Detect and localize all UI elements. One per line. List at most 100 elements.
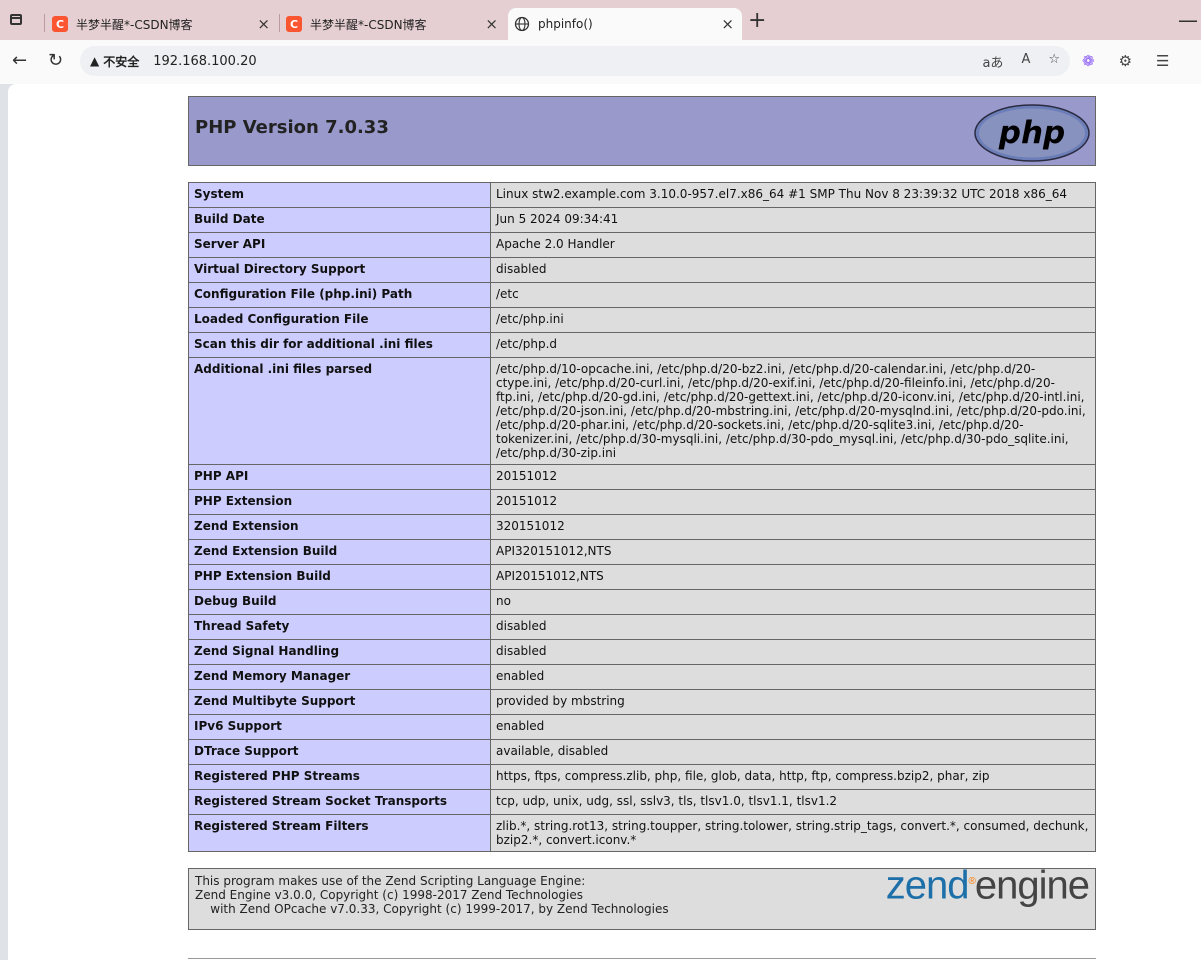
tab-separator (44, 14, 45, 32)
table-row: Configuration File (php.ini) Path/etc (188, 282, 1096, 308)
address-actions: aあ A ☆ (982, 52, 1060, 71)
phpinfo-container: PHP Version 7.0.33 php System Linux stw2.… (188, 96, 1096, 930)
row-value: API320151012,NTS (490, 539, 1096, 565)
minimize-button[interactable]: — (1178, 8, 1198, 32)
tab-label: phpinfo() (538, 17, 593, 31)
table-row: DTrace Support available, disabled (188, 739, 1096, 765)
row-key: PHP API (188, 464, 491, 490)
tab-label: 半梦半醒*-CSDN博客 (76, 17, 193, 32)
row-key: Registered Stream Filters (188, 814, 491, 852)
row-value: 20151012 (490, 464, 1096, 490)
sidebar-toggle-icon[interactable] (10, 14, 22, 25)
row-key: DTrace Support (188, 739, 491, 765)
csdn-icon: C (286, 16, 302, 32)
row-key: Zend Signal Handling (188, 639, 491, 665)
address-bar[interactable]: ▲ 不安全 192.168.100.20 aあ A ☆ (80, 46, 1070, 76)
row-value: disabled (490, 614, 1096, 640)
row-key: Debug Build (188, 589, 491, 615)
row-value: API20151012,NTS (490, 564, 1096, 590)
row-value: Apache 2.0 Handler (490, 232, 1096, 258)
tab-csdn-1[interactable]: C 半梦半醒*-CSDN博客 × (46, 8, 278, 40)
php-version-header: PHP Version 7.0.33 php (188, 96, 1096, 166)
php-logo-icon[interactable]: php (973, 103, 1091, 163)
row-value: https, ftps, compress.zlib, php, file, g… (490, 764, 1096, 790)
row-value: enabled (490, 714, 1096, 740)
engine-logo-text: engine (974, 863, 1090, 908)
close-icon[interactable]: × (257, 15, 270, 33)
row-key: Zend Extension Build (188, 539, 491, 565)
row-key: Registered Stream Socket Transports (188, 789, 491, 815)
security-label: 不安全 (103, 54, 140, 69)
phpinfo-table: System Linux stw2.example.com 3.10.0-957.… (188, 182, 1096, 852)
table-row: Loaded Configuration File/etc/php.ini (188, 307, 1096, 333)
divider (188, 958, 1096, 959)
translate-icon[interactable]: aあ (982, 52, 1003, 71)
table-row: Build Date Jun 5 2024 09:34:41 (188, 207, 1096, 233)
row-value: 20151012 (490, 489, 1096, 515)
table-row: System Linux stw2.example.com 3.10.0-957.… (188, 182, 1096, 208)
table-row: PHP Extension Build API20151012,NTS (188, 564, 1096, 590)
row-value: /etc/php.d/10-opcache.ini, /etc/php.d/20… (490, 357, 1096, 465)
favorites-icon[interactable]: ☰ (1156, 52, 1169, 70)
row-value: zlib.*, string.rot13, string.toupper, st… (490, 814, 1096, 852)
row-value: disabled (490, 639, 1096, 665)
row-key: Loaded Configuration File (188, 307, 491, 333)
table-row: Registered Stream Filters zlib.*, string.… (188, 814, 1096, 852)
row-value: /etc/php.d (490, 332, 1096, 358)
favorite-star-icon[interactable]: ☆ (1048, 52, 1060, 71)
row-key: Build Date (188, 207, 491, 233)
row-key: Zend Multibyte Support (188, 689, 491, 715)
zend-logo-text: zend (885, 863, 970, 908)
row-key: Zend Memory Manager (188, 664, 491, 690)
row-value: enabled (490, 664, 1096, 690)
row-key: IPv6 Support (188, 714, 491, 740)
table-row: Scan this dir for additional .ini files /… (188, 332, 1096, 358)
table-row: Debug Build no (188, 589, 1096, 615)
row-value: disabled (490, 257, 1096, 283)
toolbar-icons: ❁ ⚙ ☰ (1082, 52, 1169, 70)
row-value: /etc/php.ini (490, 307, 1096, 333)
row-value: no (490, 589, 1096, 615)
refresh-icon[interactable]: ↻ (48, 50, 63, 71)
globe-icon (514, 16, 530, 32)
row-value: /etc (490, 282, 1096, 308)
read-aloud-icon[interactable]: A (1021, 52, 1030, 71)
table-row: Zend Memory Manager enabled (188, 664, 1096, 690)
row-value: 320151012 (490, 514, 1096, 540)
row-key: PHP Extension (188, 489, 491, 515)
table-row: PHP Extension 20151012 (188, 489, 1096, 515)
table-row: Zend Extension 320151012 (188, 514, 1096, 540)
tab-label: 半梦半醒*-CSDN博客 (310, 17, 427, 32)
copilot-icon[interactable]: ❁ (1082, 52, 1095, 70)
tab-csdn-2[interactable]: C 半梦半醒*-CSDN博客 × (280, 8, 506, 40)
table-row: IPv6 Support enabled (188, 714, 1096, 740)
url-text[interactable]: 192.168.100.20 (153, 54, 256, 69)
row-key: Server API (188, 232, 491, 258)
row-value: tcp, udp, unix, udg, ssl, sslv3, tls, tl… (490, 789, 1096, 815)
row-key: Zend Extension (188, 514, 491, 540)
row-key: Registered PHP Streams (188, 764, 491, 790)
row-value: provided by mbstring (490, 689, 1096, 715)
page-title: PHP Version 7.0.33 (195, 117, 389, 138)
tab-phpinfo[interactable]: phpinfo() × (508, 8, 742, 40)
table-row: Server API Apache 2.0 Handler (188, 232, 1096, 258)
row-key: Thread Safety (188, 614, 491, 640)
row-key: Additional .ini files parsed (188, 357, 491, 465)
zend-engine-logo-icon[interactable]: zend®engine (886, 865, 1090, 905)
row-key: Scan this dir for additional .ini files (188, 332, 491, 358)
close-icon[interactable]: × (485, 15, 498, 33)
close-icon[interactable]: × (721, 15, 734, 33)
extensions-icon[interactable]: ⚙ (1119, 52, 1132, 70)
new-tab-button[interactable]: + (748, 8, 766, 33)
row-key: System (188, 182, 491, 208)
address-toolbar: ← ↻ ▲ 不安全 192.168.100.20 aあ A ☆ ❁ ⚙ ☰ (0, 40, 1201, 84)
tab-strip: C 半梦半醒*-CSDN博客 × C 半梦半醒*-CSDN博客 × phpinf… (0, 0, 1201, 40)
table-row: Registered PHP Streams https, ftps, compr… (188, 764, 1096, 790)
row-value: available, disabled (490, 739, 1096, 765)
back-icon[interactable]: ← (12, 50, 27, 71)
table-row: Virtual Directory Support disabled (188, 257, 1096, 283)
row-value: Linux stw2.example.com 3.10.0-957.el7.x8… (490, 182, 1096, 208)
row-key: PHP Extension Build (188, 564, 491, 590)
table-row: Registered Stream Socket Transports tcp, … (188, 789, 1096, 815)
security-indicator[interactable]: ▲ 不安全 (90, 53, 139, 70)
